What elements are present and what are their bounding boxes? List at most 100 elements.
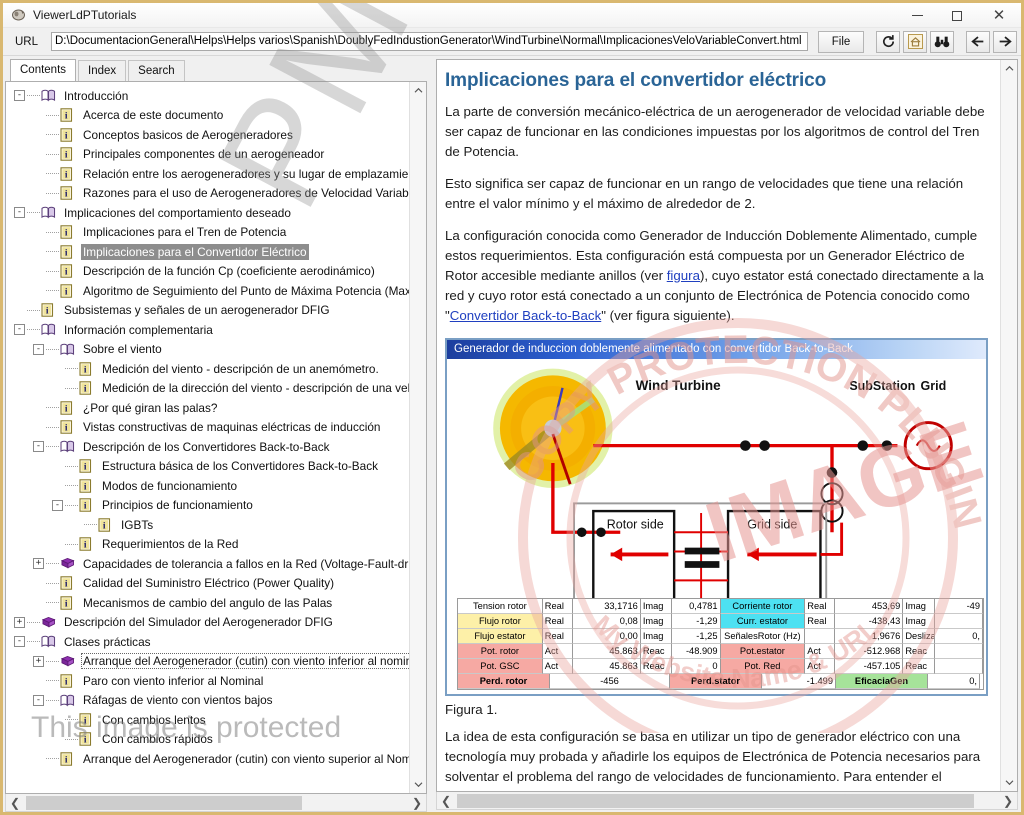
arrow-right-icon[interactable] — [993, 30, 1017, 53]
tree-item[interactable]: i Paro con viento inferior al Nominal — [6, 671, 409, 691]
tree-item[interactable]: + Capacidades de tolerancia a fallos en l… — [6, 554, 409, 574]
tree-item[interactable]: i Requerimientos de la Red — [6, 535, 409, 555]
application-window: ViewerLdPTutorials ✕ URL D:\Documentacio… — [0, 0, 1024, 815]
tree-collapse-icon[interactable]: - — [14, 90, 25, 102]
tab-index[interactable]: Index — [78, 60, 127, 81]
cell-right-tag2: Reac — [903, 659, 935, 674]
tree-item-label: Introducción — [64, 88, 129, 103]
tree-item-label: Arranque del Aerogenerador (cutin) con v… — [83, 751, 409, 766]
tree-item[interactable]: i Subsistemas y señales de un aerogenerad… — [6, 301, 409, 321]
tree-horizontal-scrollbar[interactable]: ❮ ❯ — [5, 794, 427, 812]
tree-item[interactable]: i Modos de funcionamiento — [6, 476, 409, 496]
file-button[interactable]: File — [818, 30, 864, 53]
tree-item[interactable]: + Arranque del Aerogenerador (cutin) con … — [6, 652, 409, 672]
tree-item-label: Capacidades de tolerancia a fallos en la… — [83, 556, 409, 571]
tree-item-label: Conceptos basicos de Aerogeneradores — [83, 127, 293, 142]
paragraph-2: Esto significa ser capaz de funcionar en… — [445, 176, 964, 211]
scroll-right-icon[interactable]: ❯ — [408, 796, 426, 810]
tree-item[interactable]: i Principales componentes de un aerogenea… — [6, 145, 409, 165]
tree-item[interactable]: i Implicaciones para el Convertidor Eléct… — [6, 242, 409, 262]
document-horizontal-scrollbar[interactable]: ❮ ❯ — [436, 792, 1018, 810]
tree-item[interactable]: i Razones para el uso de Aerogeneradores … — [6, 184, 409, 204]
tree-item[interactable]: i Calidad del Suministro Eléctrico (Power… — [6, 574, 409, 594]
tree-item[interactable]: - Clases prácticas — [6, 632, 409, 652]
tree-item[interactable]: - Implicaciones del comportamiento desead… — [6, 203, 409, 223]
navigation-pane: Contents Index Search - Introducción i Acer… — [3, 57, 431, 812]
arrow-left-icon[interactable] — [966, 30, 990, 53]
scroll-down-icon[interactable] — [410, 776, 426, 793]
tree-item[interactable]: i Conceptos basicos de Aerogeneradores — [6, 125, 409, 145]
page-info-icon: i — [79, 361, 96, 376]
tree-item[interactable]: i Con cambios rápidos — [6, 730, 409, 750]
page-title: Implicaciones para el convertidor eléctr… — [445, 70, 827, 91]
maximize-button[interactable] — [937, 3, 977, 28]
page-info-icon: i — [60, 595, 77, 610]
tree-item[interactable]: - i Principios de funcionamiento — [6, 496, 409, 516]
tree-collapse-icon[interactable]: - — [33, 694, 44, 706]
tree-item[interactable]: - Sobre el viento — [6, 340, 409, 360]
hscroll-track[interactable] — [24, 795, 408, 810]
doc-scroll-up-icon[interactable] — [1001, 60, 1017, 77]
tree-collapse-icon[interactable]: - — [52, 499, 63, 511]
link-convertidor-back-to-back[interactable]: Convertidor Back-to-Back — [450, 308, 602, 323]
binoculars-icon[interactable] — [930, 30, 954, 53]
tree-collapse-icon[interactable]: - — [33, 343, 44, 355]
tab-search[interactable]: Search — [128, 60, 185, 81]
tree-collapse-icon[interactable]: - — [14, 324, 25, 336]
tree-item[interactable]: i Mecanismos de cambio del angulo de las … — [6, 593, 409, 613]
hscroll-thumb[interactable] — [26, 795, 303, 810]
tree-item[interactable]: i Relación entre los aerogeneradores y su… — [6, 164, 409, 184]
tree-expand-icon[interactable]: + — [14, 616, 25, 628]
cell-right-val2 — [934, 614, 983, 629]
minimize-button[interactable] — [897, 3, 937, 28]
tree-item[interactable]: - Ráfagas de viento con vientos bajos — [6, 691, 409, 711]
paragraph-4: La idea de esta configuración se basa en… — [445, 729, 981, 791]
tree-item[interactable]: - Información complementaria — [6, 320, 409, 340]
tree-connector — [46, 446, 59, 448]
close-button[interactable]: ✕ — [977, 3, 1021, 28]
link-figura[interactable]: figura — [667, 268, 700, 283]
tree-collapse-icon[interactable]: - — [14, 636, 25, 648]
cell-right-tag2: Imag — [903, 614, 935, 629]
cell-left-tag2: Reac — [640, 659, 673, 674]
tree-expand-icon[interactable]: + — [33, 655, 44, 667]
scroll-up-icon[interactable] — [410, 82, 426, 99]
cell-left-val1: 45.863 — [572, 644, 641, 659]
home-icon[interactable] — [903, 30, 927, 53]
tree-collapse-icon[interactable]: - — [14, 207, 25, 219]
doc-hscroll-track[interactable] — [455, 793, 999, 808]
document-vertical-scrollbar[interactable] — [1000, 60, 1017, 791]
tree-item[interactable]: i Implicaciones para el Tren de Potencia — [6, 223, 409, 243]
tree-item[interactable]: i Con cambios lentos — [6, 710, 409, 730]
tree-connector — [84, 524, 97, 526]
tree-item[interactable]: i Arranque del Aerogenerador (cutin) con … — [6, 749, 409, 769]
doc-scroll-left-icon[interactable]: ❮ — [437, 794, 455, 808]
tree-item[interactable]: i ¿Por qué giran las palas? — [6, 398, 409, 418]
tree-item[interactable]: i Descripción de la función Cp (coeficien… — [6, 262, 409, 282]
tree-item[interactable]: i IGBTs — [6, 515, 409, 535]
url-input[interactable]: D:\DocumentacionGeneral\Helps\Helps vari… — [51, 32, 808, 51]
tree-item[interactable]: i Algoritmo de Seguimiento del Punto de M… — [6, 281, 409, 301]
tree-item[interactable]: - Descripción de los Convertidores Back-t… — [6, 437, 409, 457]
table-row: Flujo rotor Real 0,08 Imag -1,29 Curr. estato… — [458, 614, 983, 629]
svg-text:i: i — [84, 736, 87, 746]
scroll-left-icon[interactable]: ❮ — [6, 796, 24, 810]
svg-text:i: i — [65, 599, 68, 609]
doc-hscroll-thumb[interactable] — [457, 793, 974, 808]
doc-scroll-down-icon[interactable] — [1001, 774, 1017, 791]
tree-item[interactable]: i Medición de la dirección del viento - d… — [6, 379, 409, 399]
table-row: Flujo estator Real 0,00 Imag -1,25 SeñalesRot… — [458, 629, 983, 644]
doc-scroll-right-icon[interactable]: ❯ — [999, 794, 1017, 808]
tree-vertical-scrollbar[interactable] — [409, 82, 426, 793]
tree-item[interactable]: + Descripción del Simulador del Aerogener… — [6, 613, 409, 633]
tree-item[interactable]: i Vistas constructivas de maquinas eléctr… — [6, 418, 409, 438]
purple-book-icon — [41, 615, 58, 630]
tab-contents[interactable]: Contents — [10, 59, 77, 81]
tree-collapse-icon[interactable]: - — [33, 441, 44, 453]
tree-expand-icon[interactable]: + — [33, 558, 44, 570]
tree-item[interactable]: - Introducción — [6, 86, 409, 106]
refresh-icon[interactable] — [876, 30, 900, 53]
tree-item[interactable]: i Medición del viento - descripción de un… — [6, 359, 409, 379]
tree-item[interactable]: i Acerca de este documento — [6, 106, 409, 126]
tree-item[interactable]: i Estructura básica de los Convertidores … — [6, 457, 409, 477]
